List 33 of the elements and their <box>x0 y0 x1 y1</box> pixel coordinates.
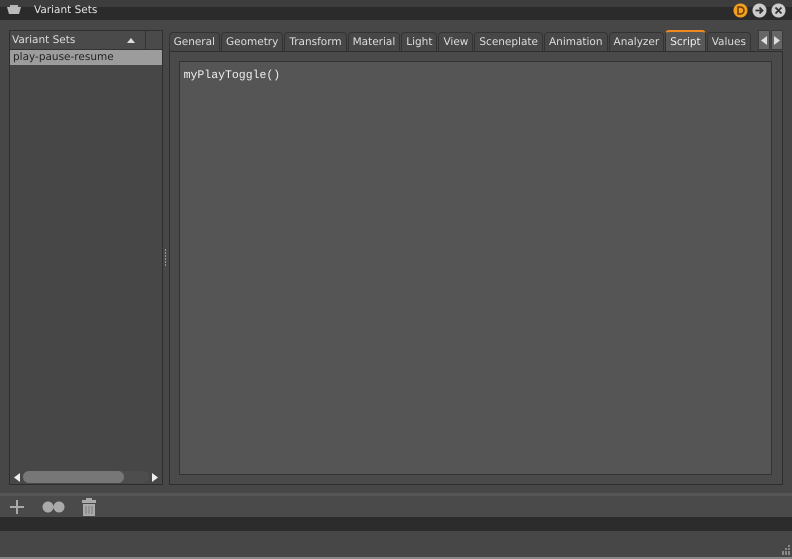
tab[interactable]: Geometry <box>220 32 284 51</box>
list-item[interactable]: play-pause-resume <box>10 50 162 65</box>
tab[interactable]: Light <box>401 32 438 51</box>
sort-up-icon <box>126 38 135 42</box>
add-icon[interactable] <box>9 498 25 514</box>
two-dots-icon[interactable] <box>42 500 65 512</box>
tab-scroll-right-button[interactable] <box>771 30 783 50</box>
tab[interactable]: Material <box>348 32 400 51</box>
tab[interactable]: Script <box>665 30 706 51</box>
tab-scroll-left-button[interactable] <box>758 30 770 50</box>
resize-grip-icon[interactable] <box>780 545 790 555</box>
caret-left-icon <box>761 36 767 44</box>
tab[interactable]: Animation <box>544 32 608 51</box>
tab[interactable]: General <box>168 32 220 51</box>
caret-right-icon <box>774 36 780 44</box>
column-header[interactable]: Variant Sets <box>10 31 146 49</box>
scroll-right-icon[interactable] <box>152 472 158 482</box>
tab[interactable]: View <box>438 32 474 51</box>
trash-icon[interactable] <box>82 498 96 516</box>
code-text: myPlayToggle() <box>184 69 280 82</box>
tab[interactable]: Analyzer <box>608 32 664 51</box>
d-badge-icon[interactable] <box>733 2 748 18</box>
scrollbar-thumb[interactable] <box>23 471 124 483</box>
tab[interactable]: Values <box>706 32 751 51</box>
arrow-right-icon[interactable] <box>752 2 767 18</box>
scroll-left-icon[interactable] <box>14 472 20 482</box>
script-editor[interactable]: myPlayToggle() <box>178 61 772 475</box>
window-title: Variant Sets <box>34 4 98 16</box>
tab[interactable]: Transform <box>284 32 347 51</box>
tab[interactable]: Sceneplate <box>474 32 543 51</box>
close-icon[interactable] <box>771 2 786 18</box>
cards-icon <box>6 5 22 15</box>
splitter-handle-icon[interactable] <box>164 248 168 266</box>
